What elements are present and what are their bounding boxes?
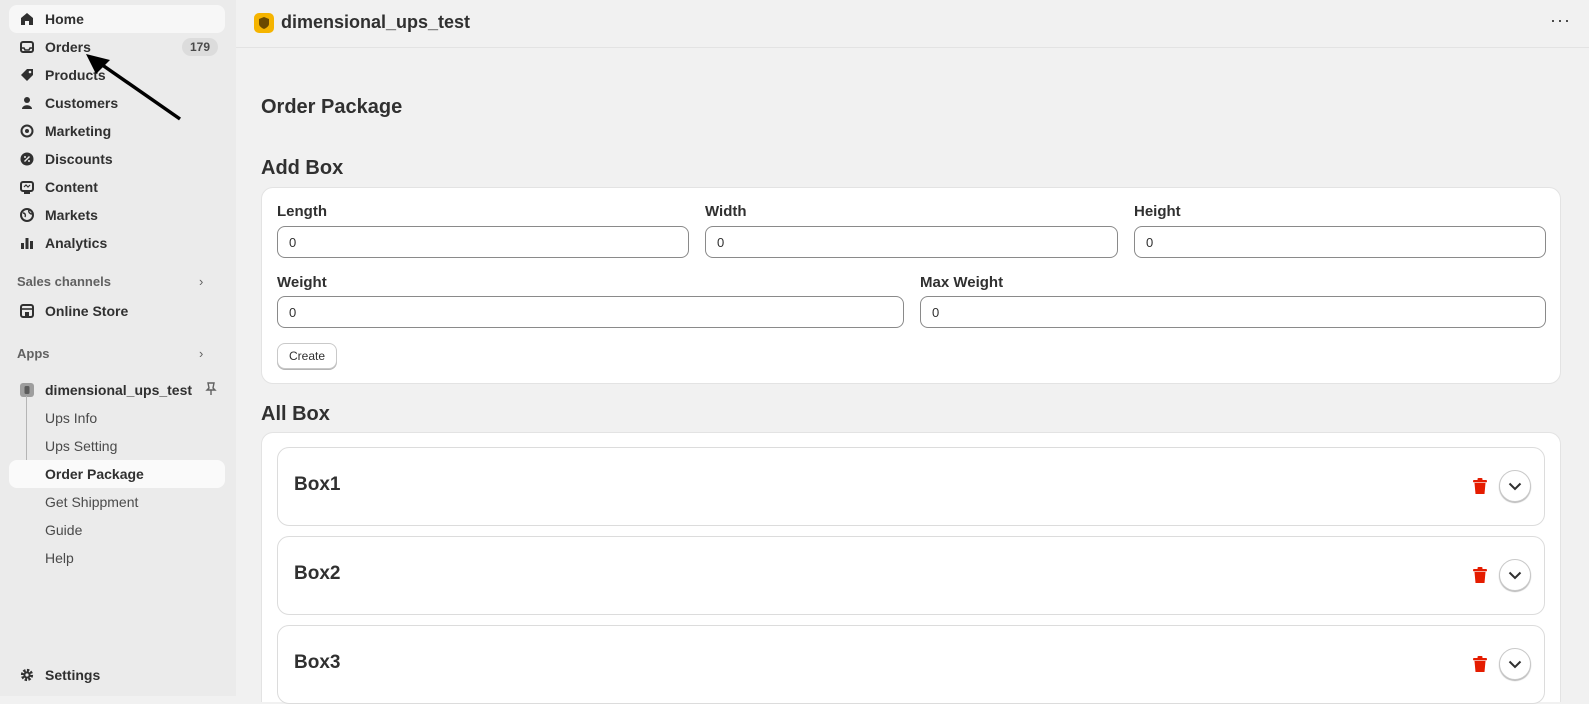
sidebar-subitem-guide[interactable]: Guide: [9, 516, 225, 544]
sidebar-item-online-store[interactable]: Online Store: [9, 297, 225, 325]
sidebar-item-home[interactable]: Home: [9, 5, 225, 33]
content-icon: [20, 180, 34, 194]
sidebar-item-label: dimensional_ups_test: [45, 382, 193, 398]
sidebar-subitem-help[interactable]: Help: [9, 544, 225, 572]
discount-icon: [20, 152, 34, 166]
gear-icon: [20, 668, 34, 682]
add-box-heading: Add Box: [261, 157, 344, 179]
sidebar-item-label: Analytics: [45, 235, 108, 251]
app-icon: [20, 383, 34, 397]
sidebar-subitem-label: Get Shippment: [45, 494, 139, 510]
sidebar-item-label: Home: [45, 11, 84, 27]
max-weight-field[interactable]: [920, 296, 1546, 328]
box-item: Box3: [277, 625, 1545, 704]
bar-chart-icon: [20, 236, 34, 250]
max-weight-label: Max Weight: [920, 274, 1004, 291]
sidebar-item-label: Settings: [45, 667, 101, 683]
sidebar-item-label: Marketing: [45, 123, 112, 139]
delete-icon[interactable]: [1473, 478, 1489, 496]
store-icon: [20, 304, 34, 318]
globe-icon: [20, 208, 34, 222]
apps-heading: Apps: [17, 346, 50, 361]
create-button[interactable]: Create: [277, 343, 338, 369]
box-item: Box1: [277, 447, 1545, 526]
sidebar-subitem-get-shippment[interactable]: Get Shippment: [9, 488, 225, 516]
height-field[interactable]: [1134, 226, 1546, 258]
more-actions-button[interactable]: ···: [1550, 10, 1571, 31]
box-name: Box1: [294, 474, 341, 495]
annotation-arrow-icon: [86, 54, 181, 121]
sidebar-item-analytics[interactable]: Analytics: [9, 229, 225, 257]
sidebar-item-content[interactable]: Content: [9, 173, 225, 201]
height-label: Height: [1134, 203, 1181, 220]
sales-channels-heading: Sales channels: [17, 274, 111, 289]
expand-button[interactable]: [1499, 559, 1531, 591]
sidebar-item-markets[interactable]: Markets: [9, 201, 225, 229]
expand-button[interactable]: [1499, 648, 1531, 680]
chevron-down-icon: [1508, 571, 1522, 579]
expand-button[interactable]: [1499, 470, 1531, 502]
apps-chevron-icon[interactable]: ›: [199, 346, 203, 361]
add-box-card: Length Width Height Weight Max Weight Cr…: [261, 187, 1561, 384]
sidebar-subitem-label: Guide: [45, 522, 83, 538]
length-label: Length: [277, 203, 327, 220]
weight-label: Weight: [277, 274, 327, 291]
length-field[interactable]: [277, 226, 689, 258]
sidebar-item-label: Content: [45, 179, 98, 195]
sidebar-item-label: Online Store: [45, 303, 129, 319]
sidebar-subitem-label: Ups Setting: [45, 438, 118, 454]
weight-field[interactable]: [277, 296, 904, 328]
sidebar-subitem-order-package[interactable]: Order Package: [9, 460, 225, 488]
chevron-down-icon: [1508, 482, 1522, 490]
sidebar-item-settings[interactable]: Settings: [9, 661, 225, 689]
sidebar-subitem-label: Ups Info: [45, 410, 98, 426]
box-name: Box3: [294, 652, 341, 673]
pin-icon[interactable]: [205, 382, 217, 399]
app-logo-icon: [254, 13, 274, 33]
sidebar-subitem-ups-setting[interactable]: Ups Setting: [9, 432, 225, 460]
orders-count-badge: 179: [181, 38, 218, 56]
width-field[interactable]: [705, 226, 1118, 258]
sidebar-item-discounts[interactable]: Discounts: [9, 145, 225, 173]
tag-icon: [20, 68, 34, 82]
sidebar-subitem-label: Order Package: [45, 466, 144, 482]
sidebar-item-label: Markets: [45, 207, 98, 223]
app-header: dimensional_ups_test ···: [236, 0, 1589, 48]
chevron-down-icon: [1508, 660, 1522, 668]
all-box-heading: All Box: [261, 403, 330, 425]
sales-channels-chevron-icon[interactable]: ›: [199, 274, 203, 289]
delete-icon[interactable]: [1473, 656, 1489, 674]
app-title: dimensional_ups_test: [281, 12, 471, 32]
sidebar-subitem-label: Help: [45, 550, 74, 566]
delete-icon[interactable]: [1473, 567, 1489, 585]
box-item: Box2: [277, 536, 1545, 615]
home-icon: [20, 12, 34, 26]
page-title: Order Package: [261, 96, 403, 118]
sidebar-subitem-ups-info[interactable]: Ups Info: [9, 404, 225, 432]
sidebar-item-label: Orders: [45, 39, 91, 55]
box-name: Box2: [294, 563, 341, 584]
width-label: Width: [705, 203, 747, 220]
inbox-icon: [20, 40, 34, 54]
target-icon: [20, 124, 34, 138]
person-icon: [20, 96, 34, 110]
sidebar-item-label: Discounts: [45, 151, 113, 167]
sidebar-item-app[interactable]: dimensional_ups_test: [9, 376, 225, 404]
